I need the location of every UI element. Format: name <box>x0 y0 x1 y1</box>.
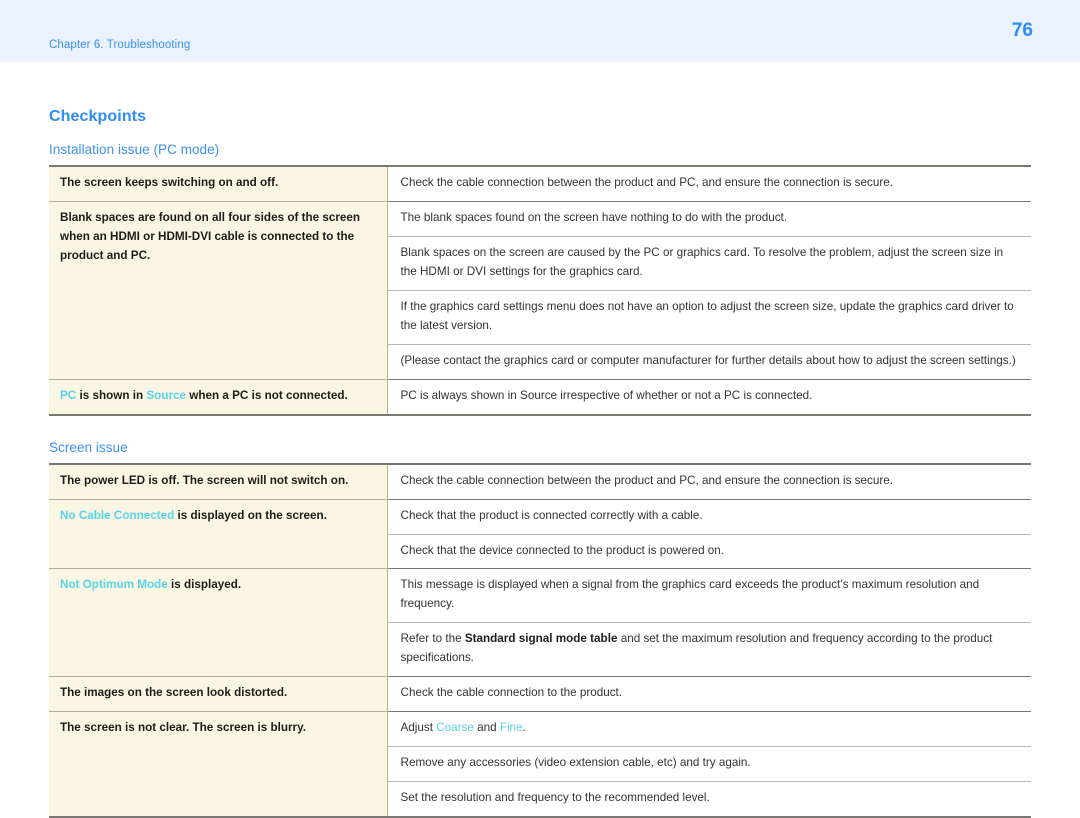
solution-item: This message is displayed when a signal … <box>387 569 1031 624</box>
solution-item: Check the cable connection between the p… <box>388 465 1032 499</box>
text-run: The power LED is off. The screen will no… <box>60 473 349 487</box>
page-header: Chapter 6. Troubleshooting 76 <box>0 0 1080 62</box>
solution-cell: Check the cable connection between the p… <box>387 166 1032 202</box>
symptom-cell: The images on the screen look distorted. <box>49 676 388 713</box>
text-run: is displayed. <box>167 578 242 592</box>
solution-cell: This message is displayed when a signal … <box>387 568 1032 678</box>
text-run: Check that the device connected to the p… <box>400 543 725 557</box>
checkpoints-table: The power LED is off. The screen will no… <box>49 462 1032 818</box>
solution-item: Check the cable connection between the p… <box>388 167 1032 201</box>
solution-cell: Check that the product is connected corr… <box>387 499 1032 570</box>
symptom-cell: The screen is not clear. The screen is b… <box>49 711 388 818</box>
solution-item: Check that the product is connected corr… <box>387 500 1031 535</box>
table-row: No Cable Connected is displayed on the s… <box>49 499 1032 570</box>
bold-text-run: Standard signal mode table <box>464 632 618 646</box>
solution-cell: The blank spaces found on the screen hav… <box>387 201 1032 380</box>
text-run: is shown in <box>76 388 147 402</box>
table-row: PC is shown in Source when a PC is not c… <box>49 379 1032 415</box>
chapter-label: Chapter 6. Troubleshooting <box>49 39 191 51</box>
text-run: This message is displayed when a signal … <box>400 578 980 611</box>
solution-item: Set the resolution and frequency to the … <box>388 782 1032 816</box>
solution-item: Blank spaces on the screen are caused by… <box>387 237 1031 291</box>
text-run: is displayed on the screen. <box>174 508 327 522</box>
section-subtitle: Installation issue (PC mode) <box>49 142 220 157</box>
text-run: . <box>522 721 526 735</box>
solution-item: Remove any accessories (video extension … <box>387 747 1031 783</box>
solution-item: The blank spaces found on the screen hav… <box>387 202 1031 237</box>
solution-item: PC is always shown in Source irrespectiv… <box>388 380 1032 414</box>
text-run: Refer to the <box>400 632 465 646</box>
symptom-cell: Blank spaces are found on all four sides… <box>49 201 388 380</box>
table-row: The power LED is off. The screen will no… <box>49 463 1032 500</box>
checkpoints-table: The screen keeps switching on and off. Ch… <box>49 165 1031 416</box>
solution-item: Check that the device connected to the p… <box>388 535 1032 569</box>
sections-host: Installation issue (PC mode) The screen k… <box>49 142 1031 818</box>
highlight-text-run: Not Optimum Mode <box>60 578 168 592</box>
solution-item: Adjust Coarse and Fine. <box>387 712 1031 748</box>
highlight-thin-text-run: Coarse <box>436 721 474 735</box>
text-run: The blank spaces found on the screen hav… <box>400 210 788 224</box>
text-run: Blank spaces on the screen are caused by… <box>400 245 1004 278</box>
table-row: The screen is not clear. The screen is b… <box>49 711 1032 818</box>
solution-item: Check the cable connection to the produc… <box>388 677 1032 711</box>
text-run: Blank spaces are found on all four sides… <box>60 210 361 262</box>
symptom-cell: The power LED is off. The screen will no… <box>49 463 388 500</box>
table-row: The images on the screen look distorted.… <box>49 676 1032 713</box>
page-content: Checkpoints Installation issue (PC mode)… <box>0 108 1080 818</box>
text-run: Adjust <box>400 721 437 735</box>
text-run: If the graphics card settings menu does … <box>400 299 1014 332</box>
text-run: (Please contact the graphics card or com… <box>400 353 1016 367</box>
text-run: Check the cable connection to the produc… <box>400 686 623 700</box>
table-row: Blank spaces are found on all four sides… <box>49 201 1032 380</box>
highlight-text-run: No Cable Connected <box>60 508 175 522</box>
solution-cell: Check the cable connection to the produc… <box>387 676 1032 713</box>
text-run: The images on the screen look distorted. <box>60 686 288 700</box>
text-run: when a PC is not connected. <box>186 388 348 402</box>
solution-item: (Please contact the graphics card or com… <box>388 345 1032 379</box>
table-row: Not Optimum Mode is displayed. This messa… <box>49 568 1032 678</box>
solution-cell: Adjust Coarse and Fine. Remove any access… <box>387 711 1032 818</box>
symptom-cell: Not Optimum Mode is displayed. <box>49 568 388 678</box>
text-run: The screen is not clear. The screen is b… <box>60 721 306 735</box>
highlight-thin-text-run: Fine <box>499 721 523 735</box>
text-run: The screen keeps switching on and off. <box>60 176 279 189</box>
solution-item: Refer to the Standard signal mode table … <box>388 623 1032 676</box>
text-run: Check that the product is connected corr… <box>400 508 703 522</box>
solution-cell: PC is always shown in Source irrespectiv… <box>387 379 1032 415</box>
text-run: Set the resolution and frequency to the … <box>400 791 710 805</box>
section-subtitle: Screen issue <box>49 439 128 455</box>
solution-cell: Check the cable connection between the p… <box>387 463 1032 500</box>
highlight-text-run: PC <box>60 388 77 402</box>
table-row: The screen keeps switching on and off. Ch… <box>49 166 1032 202</box>
symptom-cell: PC is shown in Source when a PC is not c… <box>49 379 388 415</box>
highlight-text-run: Source <box>146 388 187 402</box>
solution-item: If the graphics card settings menu does … <box>387 291 1031 345</box>
page-title: Checkpoints <box>49 108 147 125</box>
text-run: and <box>473 721 500 735</box>
page-number: 76 <box>1011 20 1033 41</box>
text-run: PC is always shown in Source irrespectiv… <box>400 388 813 402</box>
text-run: Check the cable connection between the p… <box>400 176 894 189</box>
symptom-cell: The screen keeps switching on and off. <box>49 166 388 202</box>
text-run: Check the cable connection between the p… <box>400 473 894 487</box>
symptom-cell: No Cable Connected is displayed on the s… <box>49 499 388 570</box>
